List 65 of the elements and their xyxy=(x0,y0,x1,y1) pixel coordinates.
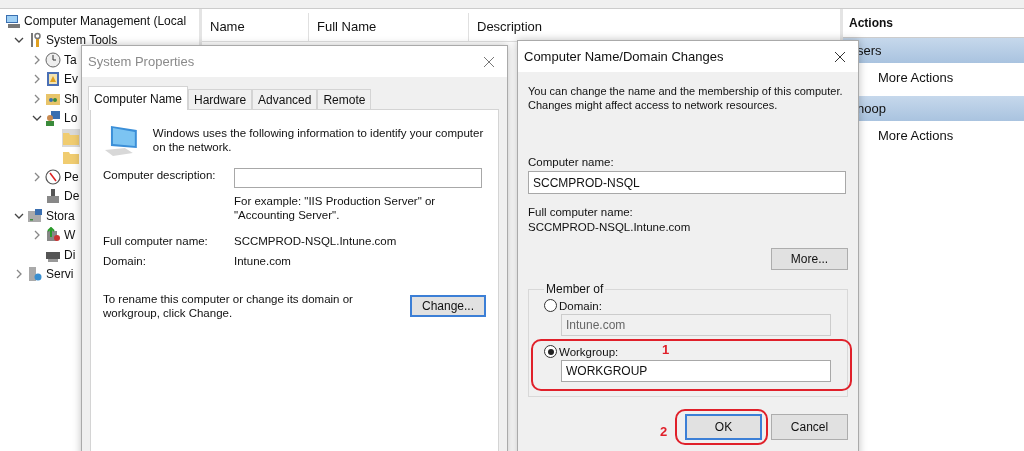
collapsed-chevron-icon[interactable] xyxy=(32,74,42,85)
radio-label[interactable]: Workgroup: xyxy=(559,345,619,358)
tree-item[interactable]: Di xyxy=(64,247,76,262)
tree-item[interactable]: Ta xyxy=(64,52,77,67)
column-header[interactable]: Description xyxy=(469,13,840,41)
window-title: Computer Name/Domain Changes xyxy=(524,49,724,64)
ok-button[interactable]: OK xyxy=(685,414,762,440)
collapsed-chevron-icon[interactable] xyxy=(32,54,42,65)
tree-item[interactable]: De xyxy=(64,189,80,204)
device-icon xyxy=(45,188,61,205)
more-actions-link[interactable]: More Actions xyxy=(878,70,954,85)
intro-text: Windows uses the following information to identify your computer on the network. xyxy=(152,126,485,155)
tree-item[interactable]: Sh xyxy=(64,91,79,106)
field-label: Computer name: xyxy=(528,156,615,168)
tree-item[interactable]: Computer Management (Local xyxy=(24,13,187,28)
tree-item[interactable]: System Tools xyxy=(46,33,118,48)
collapsed-chevron-icon[interactable] xyxy=(32,230,42,241)
tab[interactable]: Computer Name xyxy=(88,86,189,110)
field-value: SCCMPROD-NSQL.Intune.com xyxy=(528,221,692,233)
tree-item[interactable]: W xyxy=(64,228,76,243)
field-label: Full computer name: xyxy=(528,206,634,218)
collapsed-chevron-icon[interactable] xyxy=(32,171,42,182)
field-label: Domain: xyxy=(103,254,147,268)
close-icon[interactable] xyxy=(834,50,846,63)
tree-item[interactable]: Ev xyxy=(64,72,78,87)
workgroup-field[interactable]: WORKGROUP xyxy=(561,360,831,382)
services-icon xyxy=(27,266,43,283)
cancel-button[interactable]: Cancel xyxy=(771,414,848,440)
field-value: Intune.com xyxy=(234,254,292,268)
description-field[interactable] xyxy=(234,168,482,188)
more-actions-link[interactable]: More Actions xyxy=(878,128,954,143)
tree-item[interactable]: Pe xyxy=(64,169,79,184)
radio-label[interactable]: Domain: xyxy=(559,299,602,312)
column-header[interactable]: Name xyxy=(202,13,309,41)
gauge-icon xyxy=(45,168,61,185)
field-label: Computer description: xyxy=(103,168,217,182)
step-number: 2 xyxy=(660,424,668,439)
field-value: SCCMPROD-NSQL.Intune.com xyxy=(234,234,398,248)
window-title: System Properties xyxy=(88,54,195,69)
change-button[interactable]: Change... xyxy=(410,295,486,317)
column-header[interactable]: Full Name xyxy=(309,13,469,41)
group-label: Member of xyxy=(545,282,605,296)
backup-icon xyxy=(45,227,61,244)
tree-item[interactable]: Lo xyxy=(64,111,78,126)
hint-text: For example: "IIS Production Server" or "Accounting Server". xyxy=(234,194,437,222)
tree-item[interactable]: Servi xyxy=(46,267,74,282)
collapsed-chevron-icon[interactable] xyxy=(32,93,42,104)
field-label: Full computer name: xyxy=(103,234,209,248)
tab[interactable]: Remote xyxy=(317,89,372,109)
computer-name-field[interactable]: SCCMPROD-NSQL xyxy=(528,171,846,194)
intro-text: You can change the name and the membership of this computer. Changes might affect access to network resources. xyxy=(528,84,844,112)
tab[interactable]: Hardware xyxy=(188,89,253,109)
tab[interactable]: Advanced xyxy=(252,89,318,109)
clock-icon xyxy=(45,51,61,68)
more-button[interactable]: More... xyxy=(771,248,848,270)
radio-button[interactable] xyxy=(544,345,557,358)
step-number: 1 xyxy=(662,342,670,357)
tree-item[interactable]: Stora xyxy=(46,208,75,223)
computer-icon xyxy=(5,12,21,29)
collapsed-chevron-icon[interactable] xyxy=(14,269,24,280)
storage-icon xyxy=(27,207,43,224)
users-icon xyxy=(45,110,61,127)
radio-button[interactable] xyxy=(544,299,557,312)
rename-text: To rename this computer or change its domain or workgroup, click Change. xyxy=(103,292,354,320)
log-book-icon xyxy=(45,71,61,88)
